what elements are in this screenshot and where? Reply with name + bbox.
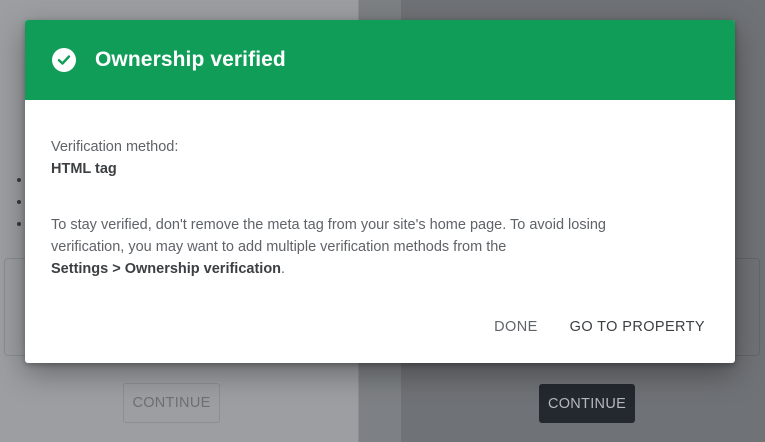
bullet-dot <box>17 178 21 182</box>
verification-method-label: Verification method: <box>51 139 179 155</box>
verification-message: To stay verified, don't remove the meta … <box>51 214 671 280</box>
background-bullet-list <box>17 178 25 244</box>
settings-path-text: Settings > Ownership verification <box>51 261 282 277</box>
dialog-header: Ownership verified <box>25 20 735 100</box>
message-text: To stay verified, don't remove the meta … <box>51 217 606 255</box>
background-continue-button-left: CONTINUE <box>123 383 220 423</box>
verification-method-value: HTML tag <box>51 161 117 177</box>
background-continue-button-right: CONTINUE <box>539 384 635 423</box>
go-to-property-button[interactable]: GO TO PROPERTY <box>566 311 709 343</box>
dialog-title: Ownership verified <box>95 48 286 71</box>
bullet-dot <box>17 222 21 226</box>
bullet-dot <box>17 200 21 204</box>
dialog-actions: DONE GO TO PROPERTY <box>490 311 709 343</box>
done-button[interactable]: DONE <box>490 311 542 343</box>
check-circle-icon <box>52 48 76 72</box>
message-end: . <box>281 261 286 277</box>
dialog-body: Verification method: HTML tag To stay ve… <box>25 100 735 280</box>
ownership-verified-dialog: Ownership verified Verification method: … <box>25 20 735 363</box>
